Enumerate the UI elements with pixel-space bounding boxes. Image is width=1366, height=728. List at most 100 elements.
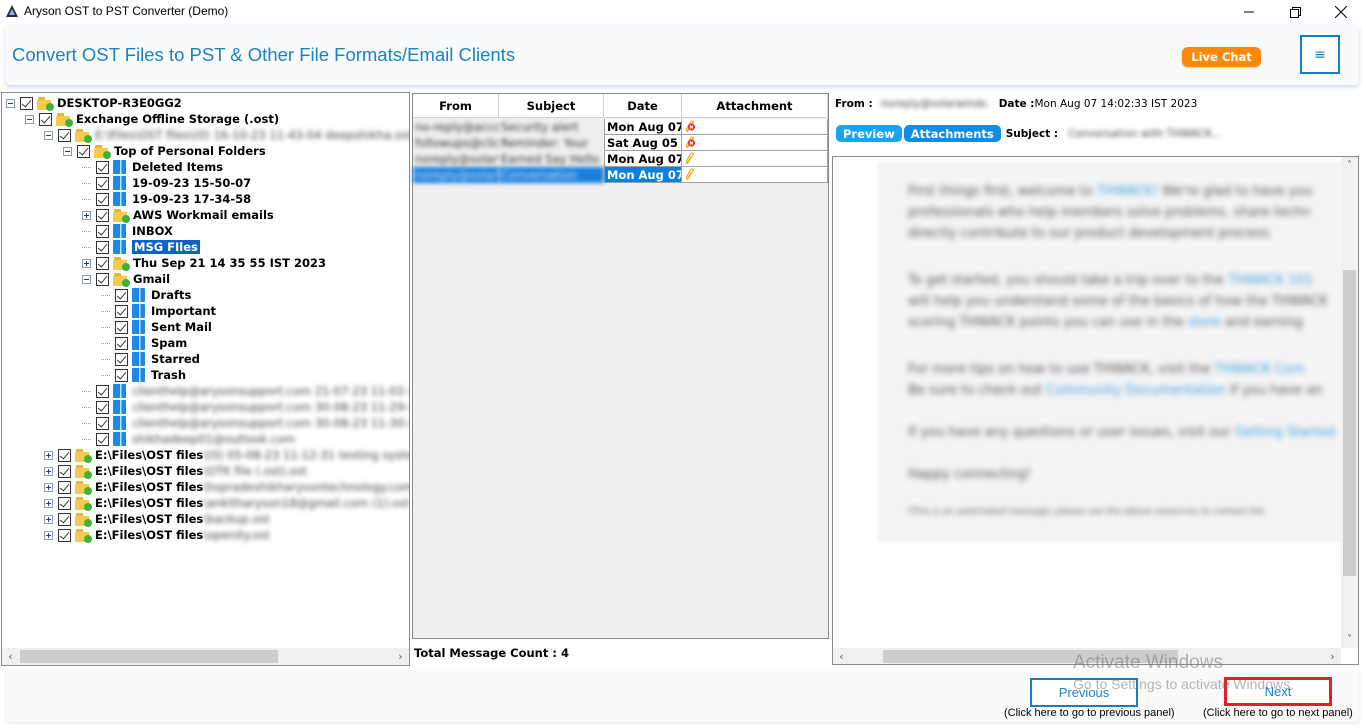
column-header-from[interactable]: From xyxy=(413,94,499,118)
expand-icon[interactable] xyxy=(44,530,53,540)
collapse-icon[interactable] xyxy=(6,98,15,108)
collapse-icon[interactable] xyxy=(44,130,53,140)
close-button[interactable] xyxy=(1318,0,1364,24)
checkbox[interactable] xyxy=(58,480,71,494)
tree-item[interactable]: Top of Personal Folders xyxy=(63,143,266,159)
email-link[interactable]: store xyxy=(1188,315,1221,330)
scrollbar-thumb[interactable] xyxy=(20,650,278,663)
email-link[interactable]: Community Documentation xyxy=(1046,383,1226,398)
email-link[interactable]: THWACK Com xyxy=(1215,362,1305,377)
scroll-left-icon[interactable]: ‹ xyxy=(833,648,850,664)
tree-item[interactable]: Drafts xyxy=(101,287,191,303)
checkbox[interactable] xyxy=(58,496,71,510)
expand-icon[interactable] xyxy=(44,466,53,476)
tree-item[interactable]: clienthelp@arysonsupport.com 21-07-23 11… xyxy=(82,383,409,399)
checkbox[interactable] xyxy=(58,448,71,462)
checkbox[interactable] xyxy=(77,144,90,158)
scrollbar-thumb[interactable] xyxy=(883,650,1178,663)
checkbox[interactable] xyxy=(115,288,128,302)
tree-item[interactable]: Gmail xyxy=(82,271,170,287)
tree-item[interactable]: Trash xyxy=(101,367,186,383)
collapse-icon[interactable] xyxy=(63,146,72,156)
expand-icon[interactable] xyxy=(82,258,91,268)
message-row[interactable]: noreply@solarwindsEarned Say Hello Mon Au… xyxy=(413,151,828,167)
checkbox[interactable] xyxy=(115,304,128,318)
column-header-attachment[interactable]: Attachment xyxy=(682,94,828,118)
expand-icon[interactable] xyxy=(82,210,91,220)
checkbox[interactable] xyxy=(20,96,33,110)
menu-button[interactable]: ≡ xyxy=(1300,35,1340,74)
email-link[interactable]: Getting Started xyxy=(1235,425,1336,440)
checkbox[interactable] xyxy=(39,112,52,126)
tree-item[interactable]: Sent Mail xyxy=(101,319,212,335)
scrollbar-thumb[interactable] xyxy=(1343,270,1356,576)
minimize-button[interactable] xyxy=(1226,0,1272,24)
email-link[interactable]: THWACK 101 xyxy=(1228,273,1313,288)
message-row[interactable]: no-reply@accountsSecurity alert Mon Aug 0… xyxy=(413,119,828,135)
scroll-up-icon[interactable]: ˄ xyxy=(1341,157,1358,174)
next-button[interactable]: Next xyxy=(1224,677,1332,706)
message-row[interactable]: followups@click Reminder: Your Sat Aug 05 xyxy=(413,135,828,151)
tree-item[interactable]: clienthelp@arysonsupport.com 30-08-23 11… xyxy=(82,415,409,431)
scroll-right-icon[interactable]: › xyxy=(392,648,409,665)
expand-icon[interactable] xyxy=(44,498,53,508)
expand-icon[interactable] xyxy=(44,482,53,492)
tab-attachments[interactable]: Attachments xyxy=(903,125,1001,142)
tree-item[interactable]: Thu Sep 21 14 35 55 IST 2023 xyxy=(82,255,326,271)
scroll-down-icon[interactable]: ˅ xyxy=(1341,631,1358,648)
tree-item[interactable]: Exchange Offline Storage (.ost) xyxy=(25,111,279,127)
checkbox[interactable] xyxy=(58,528,71,542)
checkbox[interactable] xyxy=(96,384,109,398)
tree-item[interactable]: E:\Files\OST files\(0) 16-10-23 11-43-04… xyxy=(44,127,409,143)
checkbox[interactable] xyxy=(96,256,109,270)
previous-button[interactable]: Previous xyxy=(1030,678,1138,707)
tree-item[interactable]: 19-09-23 15-50-07 xyxy=(82,175,251,191)
scroll-right-icon[interactable]: › xyxy=(1324,648,1341,664)
checkbox[interactable] xyxy=(96,208,109,222)
preview-horizontal-scrollbar[interactable]: ‹ › xyxy=(833,648,1341,664)
tree-item[interactable]: shikhadeep01@outlook.com xyxy=(82,431,295,447)
tree-horizontal-scrollbar[interactable]: ‹ › xyxy=(2,648,409,665)
tree-item[interactable]: MSG FIles xyxy=(82,239,201,255)
tree-item[interactable]: AWS Workmail emails xyxy=(82,207,274,223)
tree-item[interactable]: E:\Files\OST files \(0) 05-08-23 11-12-31… xyxy=(44,447,409,463)
column-header-subject[interactable]: Subject xyxy=(499,94,604,118)
checkbox[interactable] xyxy=(115,368,128,382)
checkbox[interactable] xyxy=(58,464,71,478)
tree-item[interactable]: E:\Files\OST files \hspradeshikharysontec… xyxy=(44,479,409,495)
tree-item[interactable]: E:\Files\OST files \openity.ost xyxy=(44,527,270,543)
checkbox[interactable] xyxy=(96,176,109,190)
checkbox[interactable] xyxy=(96,240,109,254)
checkbox[interactable] xyxy=(115,352,128,366)
checkbox[interactable] xyxy=(96,224,109,238)
checkbox[interactable] xyxy=(58,512,71,526)
column-header-date[interactable]: Date xyxy=(604,94,682,118)
live-chat-button[interactable]: Live Chat xyxy=(1182,47,1261,67)
tree-item[interactable]: clienthelp@arysonsupport.com 30-08-23 11… xyxy=(82,399,409,415)
checkbox[interactable] xyxy=(58,128,71,142)
checkbox[interactable] xyxy=(96,416,109,430)
tree-item[interactable]: Deleted Items xyxy=(82,159,223,175)
tree-item[interactable]: E:\Files\OST files \ankitharyson18@gmail.… xyxy=(44,495,409,511)
tree-item[interactable]: 19-09-23 17-34-58 xyxy=(82,191,251,207)
email-link[interactable]: THWACK! xyxy=(1097,184,1158,199)
checkbox[interactable] xyxy=(96,400,109,414)
tab-preview[interactable]: Preview xyxy=(836,125,902,142)
tree-item[interactable]: E:\Files\OST files \OTK file (.ost).ost xyxy=(44,463,307,479)
message-row[interactable]: noreply@solarwindsConversationMon Aug 07 xyxy=(413,167,828,183)
tree-item[interactable]: Spam xyxy=(101,335,187,351)
expand-icon[interactable] xyxy=(44,450,53,460)
collapse-icon[interactable] xyxy=(82,274,91,284)
checkbox[interactable] xyxy=(96,160,109,174)
checkbox[interactable] xyxy=(115,320,128,334)
tree-item[interactable]: Starred xyxy=(101,351,200,367)
checkbox[interactable] xyxy=(96,432,109,446)
tree-item[interactable]: E:\Files\OST files \backup.ost xyxy=(44,511,270,527)
expand-icon[interactable] xyxy=(44,514,53,524)
preview-vertical-scrollbar[interactable]: ˄ ˅ xyxy=(1341,157,1358,648)
scroll-left-icon[interactable]: ‹ xyxy=(2,648,19,665)
tree-item[interactable]: INBOX xyxy=(82,223,173,239)
collapse-icon[interactable] xyxy=(25,114,34,124)
checkbox[interactable] xyxy=(115,336,128,350)
tree-item[interactable]: Important xyxy=(101,303,216,319)
